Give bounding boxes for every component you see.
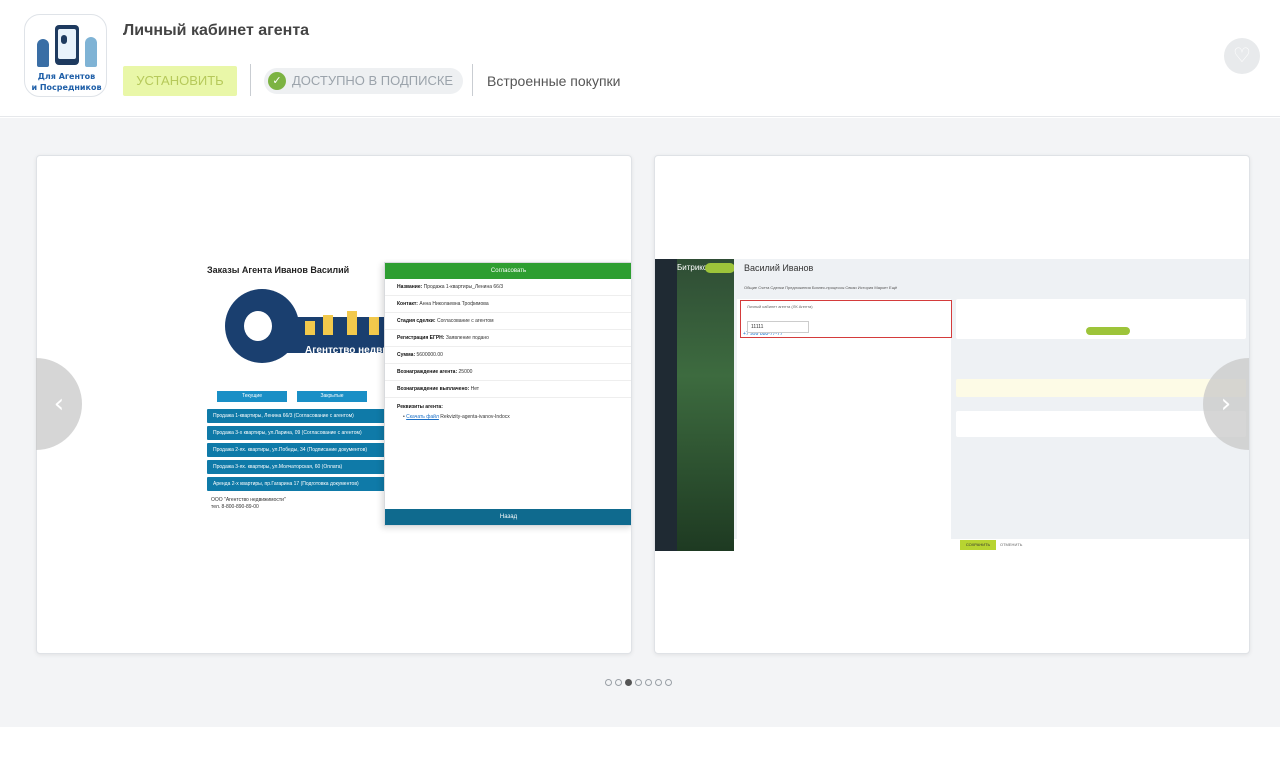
agency-footer: ООО "Агентство недвижимости" тел. 8-800-… [211,497,286,510]
contact-tabs: Общие Счета Сделки Предложения Бизнес-пр… [744,285,898,290]
phone-icon [55,25,79,65]
agent-cabinet-field: Личный кабинет агента (ЛК Агента) 11111 [740,300,952,338]
cancel-button: ОТМЕНИТЬ [1000,542,1023,547]
carousel-dots [605,679,672,686]
subscription-label: ДОСТУПНО В ПОДПИСКЕ [292,73,454,88]
app-title: Личный кабинет агента [123,22,310,39]
divider [250,64,251,96]
gallery-slide[interactable]: Заказы Агента Иванов Василий Агентство н… [36,155,632,654]
carousel-dot[interactable] [635,679,642,686]
favorite-heart-icon[interactable]: ♡ [1224,38,1260,74]
app-icon: Для Агентов и Посредников [24,14,107,97]
gallery-slide[interactable]: Битрикс Василий Иванов Общие Счета Сделк… [654,155,1250,654]
app-header: Для Агентов и Посредников Личный кабинет… [0,0,1280,117]
subscription-badge: ✓ ДОСТУПНО В ПОДПИСКЕ [264,68,464,94]
check-icon: ✓ [268,72,286,90]
tab-current[interactable]: Текущие [217,391,287,402]
deal-field: Контакт: Анна Николаевна Трофимова [385,296,631,313]
order-row[interactable]: Продажа 2-ях. квартиры, ул.Победы, 34 (П… [207,443,385,457]
requisites-title: Реквизиты агента: [397,404,443,410]
contact-name: Василий Иванов [744,263,814,273]
carousel-dot[interactable] [645,679,652,686]
deal-field: Вознаграждение агента: 25000 [385,364,631,381]
deal-field: Название: Продажа 1-квартиры_Ленина 66/3 [385,279,631,296]
agent-figure-icon [37,39,49,67]
order-row[interactable]: Продажа 3-ях. квартиры, ул.Молчаторская,… [207,460,385,474]
agent-orders-screenshot: Заказы Агента Иванов Василий Агентство н… [37,259,631,551]
feed-pill [1086,327,1130,335]
requisites-item: • Скачать файл Rekvizity-agenta-ivanov-I… [403,414,510,420]
divider [472,64,473,96]
carousel-dot[interactable] [665,679,672,686]
back-button[interactable]: Назад [385,509,631,525]
contact-card: Василий Иванов Общие Счета Сделки Предло… [734,259,1249,551]
approve-header[interactable]: Согласовать [385,263,631,279]
crm-contact-screenshot: Битрикс Василий Иванов Общие Счета Сделк… [655,259,1249,551]
deal-field: Регистрация ЕГРН: Заявление подано [385,330,631,347]
download-link[interactable]: Скачать файл [406,414,439,420]
carousel-dot[interactable] [605,679,612,686]
activity-feed [956,299,1248,539]
crm-sidebar [655,259,677,551]
save-button: СОХРАНИТЬ [960,540,996,550]
install-button[interactable]: УСТАНОВИТЬ [123,66,237,96]
order-row[interactable]: Аренда 2-х квартиры, пр.Гагарина 17 (Под… [207,477,385,491]
agent-cabinet-input: 11111 [747,321,809,333]
agent-cabinet-checkbox-label: Личный кабинет агента (ЛК Агента) [747,304,813,309]
client-figure-icon [85,37,97,67]
tab-closed[interactable]: Закрытые [297,391,367,402]
orders-heading: Заказы Агента Иванов Василий [207,265,350,275]
carousel-dot[interactable] [655,679,662,686]
screenshot-gallery: Заказы Агента Иванов Василий Агентство н… [0,118,1280,727]
crm-logo: Битрикс [677,263,707,272]
carousel-dot[interactable] [625,679,632,686]
order-row[interactable]: Продажа 3-х квартиры, ул.Ларина, 09 (Сог… [207,426,385,440]
order-row[interactable]: Продажа 1-квартиры, Ленина 66/3 (Согласо… [207,409,385,423]
carousel-dot[interactable] [615,679,622,686]
app-icon-caption: Для Агентов и Посредников [31,72,102,92]
in-app-purchases-label: Встроенные покупки [487,73,621,89]
deal-approval-panel: Согласовать Название: Продажа 1-квартиры… [384,262,631,526]
crm-add-button [705,263,735,273]
agency-logo-text: Агентство недвиж [305,345,396,356]
deal-field: Сумма: 5600000.00 [385,347,631,364]
deal-field: Вознаграждение выплачено: Нет [385,381,631,398]
crm-background [677,259,734,551]
deal-field: Стадия сделки: Согласование с агентом [385,313,631,330]
